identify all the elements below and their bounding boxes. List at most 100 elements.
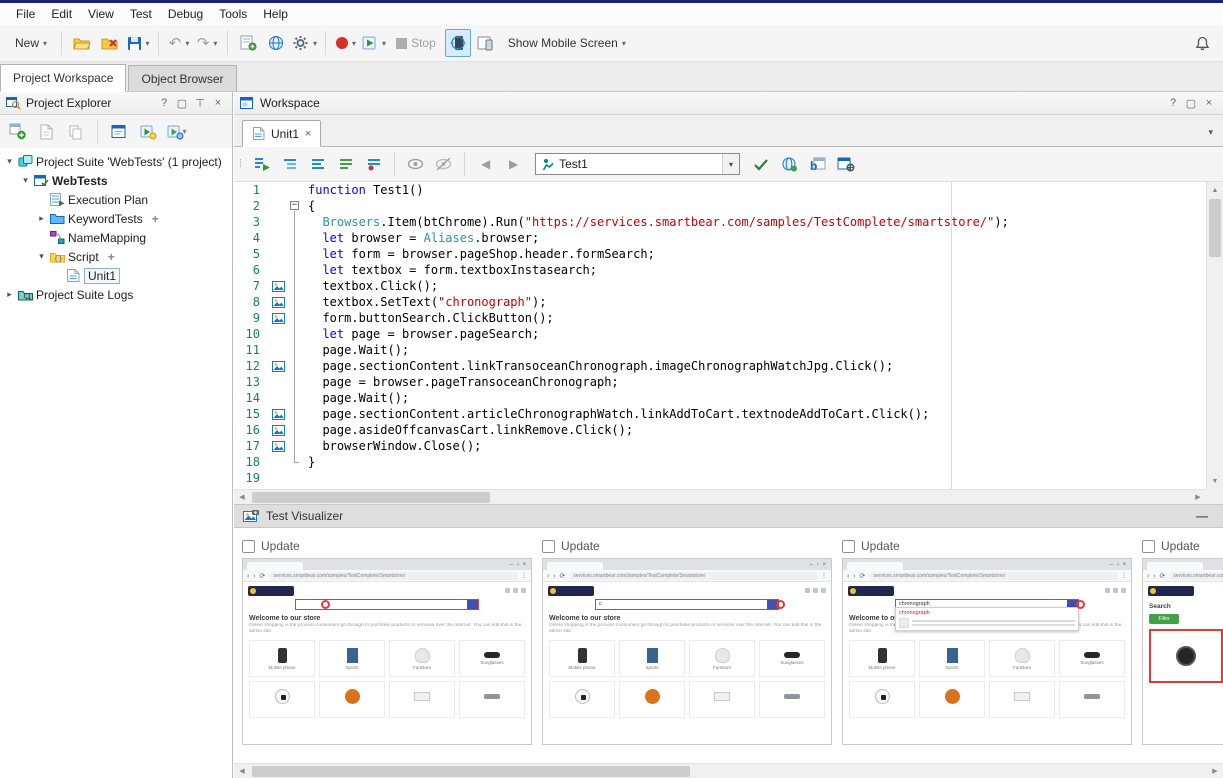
visualizer-thumbnail[interactable]: – ▫ ×‹ › ⟳services.smartbear.com/samples… bbox=[842, 558, 1132, 745]
run-project-button[interactable] bbox=[135, 119, 161, 145]
debug-button[interactable]: b bbox=[805, 152, 830, 177]
menu-item-file[interactable]: File bbox=[8, 5, 43, 23]
visualizer-thumbnail[interactable]: – ▫ ×‹ › ⟳services.smartbear.com/samples… bbox=[542, 558, 832, 745]
object-spy-button[interactable] bbox=[777, 152, 802, 177]
tree-item-unit1[interactable]: Unit1 bbox=[0, 266, 232, 285]
visualizer-minimize-button[interactable]: — bbox=[1190, 509, 1214, 523]
visualizer-marker-icon[interactable] bbox=[268, 425, 288, 436]
format-code-button[interactable] bbox=[333, 152, 358, 177]
visualizer-marker-icon[interactable] bbox=[268, 297, 288, 308]
code-line-3[interactable]: 3 Browsers.Item(btChrome).Run("https://s… bbox=[234, 214, 1206, 230]
tree-item-webtests[interactable]: ▾WebTests bbox=[0, 171, 232, 190]
code-line-1[interactable]: 1function Test1() bbox=[234, 182, 1206, 198]
visualizer-marker-icon[interactable] bbox=[268, 313, 288, 324]
code-line-9[interactable]: 9 form.buttonSearch.ClickButton(); bbox=[234, 310, 1206, 326]
float-button[interactable]: ▢ bbox=[1183, 97, 1199, 110]
tree-item-script[interactable]: ▾{}Script+ bbox=[0, 247, 232, 266]
scroll-left-icon[interactable]: ◀ bbox=[234, 490, 250, 504]
undo-button[interactable]: ↶ ▾ bbox=[166, 29, 192, 57]
tree-item-namemapping[interactable]: NameMapping bbox=[0, 228, 232, 247]
breakpoints-button[interactable] bbox=[361, 152, 386, 177]
pin-button[interactable]: ⊤ bbox=[192, 97, 208, 110]
device-screen-button[interactable] bbox=[473, 29, 499, 57]
test-selector-combo[interactable]: Test1 ▾ bbox=[535, 153, 740, 175]
scroll-left-icon[interactable]: ◀ bbox=[234, 764, 250, 778]
update-checkbox[interactable] bbox=[542, 540, 555, 553]
syntax-check-button[interactable] bbox=[749, 152, 774, 177]
editor-horizontal-scrollbar[interactable]: ◀ ▶ bbox=[234, 489, 1206, 504]
code-line-19[interactable]: 19 bbox=[234, 470, 1206, 486]
tab-list-dropdown-icon[interactable]: ▾ bbox=[1208, 127, 1213, 138]
visualizer-marker-icon[interactable] bbox=[268, 361, 288, 372]
navigate-forward-button[interactable]: ▶ bbox=[501, 152, 526, 177]
bottom-scrollbar[interactable]: ◀ ▶ bbox=[234, 763, 1223, 778]
tree-item-execution-plan[interactable]: Execution Plan bbox=[0, 190, 232, 209]
run-profile-button[interactable]: ▾ bbox=[164, 119, 190, 145]
stop-button[interactable]: Stop bbox=[389, 29, 443, 57]
redo-button[interactable]: ↷ ▾ bbox=[194, 29, 220, 57]
code-area[interactable]: 1function Test1()2−{3 Browsers.Item(btCh… bbox=[234, 182, 1206, 489]
copy-item-button[interactable] bbox=[63, 119, 89, 145]
horizontal-scroll-thumb[interactable] bbox=[252, 766, 690, 777]
close-button[interactable]: × bbox=[210, 97, 226, 110]
help-button[interactable]: ? bbox=[156, 97, 172, 110]
editor-settings-button[interactable] bbox=[833, 152, 858, 177]
code-line-18[interactable]: 18} bbox=[234, 454, 1206, 470]
add-existing-item-button[interactable] bbox=[34, 119, 60, 145]
run-routine-button[interactable] bbox=[249, 152, 274, 177]
open-button[interactable] bbox=[69, 29, 95, 57]
code-line-15[interactable]: 15 page.sectionContent.articleChronograp… bbox=[234, 406, 1206, 422]
run-test-button[interactable]: ▾ bbox=[361, 29, 387, 57]
code-line-13[interactable]: 13 page = browser.pageTransoceanChronogr… bbox=[234, 374, 1206, 390]
visualizer-thumbnail[interactable]: – ▫ ×‹ › ⟳services.smartbear.com/samples… bbox=[1142, 558, 1223, 745]
code-line-8[interactable]: 8 textbox.SetText("chronograph"); bbox=[234, 294, 1206, 310]
visualizer-thumbnail[interactable]: – ▫ ×‹ › ⟳services.smartbear.com/samples… bbox=[242, 558, 532, 745]
outline-button[interactable] bbox=[277, 152, 302, 177]
vertical-scroll-thumb[interactable] bbox=[1209, 199, 1221, 257]
tools-options-button[interactable]: ▾ bbox=[291, 29, 318, 57]
code-line-17[interactable]: 17 browserWindow.Close(); bbox=[234, 438, 1206, 454]
scroll-up-icon[interactable]: ▲ bbox=[1207, 182, 1223, 198]
tree-collapsed-toggle-icon[interactable]: ▸ bbox=[36, 213, 47, 224]
tree-expanded-toggle-icon[interactable]: ▾ bbox=[20, 175, 31, 186]
fold-gutter[interactable]: − bbox=[288, 198, 302, 214]
combo-dropdown-icon[interactable]: ▾ bbox=[722, 154, 739, 174]
new-button[interactable]: New ▾ bbox=[8, 29, 54, 57]
code-line-5[interactable]: 5 let form = browser.pageShop.header.for… bbox=[234, 246, 1206, 262]
menu-item-view[interactable]: View bbox=[80, 5, 122, 23]
add-child-item-button[interactable]: + bbox=[108, 250, 115, 264]
menu-item-edit[interactable]: Edit bbox=[43, 5, 80, 23]
update-checkbox[interactable] bbox=[242, 540, 255, 553]
horizontal-scroll-thumb[interactable] bbox=[252, 492, 490, 503]
help-button[interactable]: ? bbox=[1165, 97, 1181, 110]
tab-close-icon[interactable]: × bbox=[305, 128, 311, 140]
hide-watch-button[interactable] bbox=[431, 152, 456, 177]
tree-expanded-toggle-icon[interactable]: ▾ bbox=[36, 251, 47, 262]
show-mobile-screen-button[interactable]: Show Mobile Screen ▾ bbox=[501, 29, 633, 57]
code-line-6[interactable]: 6 let textbox = form.textboxInstasearch; bbox=[234, 262, 1206, 278]
update-checkbox[interactable] bbox=[1142, 540, 1155, 553]
mobile-screen-toggle[interactable] bbox=[445, 29, 471, 57]
code-line-16[interactable]: 16 page.asideOffcanvasCart.linkRemove.Cl… bbox=[234, 422, 1206, 438]
tree-item-project-suite-logs[interactable]: ▸Project Suite Logs bbox=[0, 285, 232, 304]
code-line-14[interactable]: 14 page.Wait(); bbox=[234, 390, 1206, 406]
menu-item-debug[interactable]: Debug bbox=[160, 5, 211, 23]
editor-vertical-scrollbar[interactable]: ▲ ▼ bbox=[1206, 182, 1223, 489]
tree-expanded-toggle-icon[interactable]: ▾ bbox=[4, 156, 15, 167]
record-test-button[interactable]: ▾ bbox=[333, 29, 359, 57]
code-line-2[interactable]: 2−{ bbox=[234, 198, 1206, 214]
close-file-button[interactable] bbox=[97, 29, 123, 57]
tab-project-workspace[interactable]: Project Workspace bbox=[0, 64, 126, 92]
code-line-7[interactable]: 7 textbox.Click(); bbox=[234, 278, 1206, 294]
close-button[interactable]: × bbox=[1201, 97, 1217, 110]
save-button[interactable]: ▾ bbox=[125, 29, 151, 57]
scroll-right-icon[interactable]: ▶ bbox=[1190, 490, 1206, 504]
menu-item-tools[interactable]: Tools bbox=[211, 5, 255, 23]
scroll-right-icon[interactable]: ▶ bbox=[1207, 764, 1223, 778]
code-line-10[interactable]: 10 let page = browser.pageSearch; bbox=[234, 326, 1206, 342]
add-project-item-button[interactable] bbox=[5, 119, 31, 145]
tree-item-project-suite-webtests-1-project[interactable]: ▾Project Suite 'WebTests' (1 project) bbox=[0, 152, 232, 171]
visualizer-marker-icon[interactable] bbox=[268, 441, 288, 452]
code-line-4[interactable]: 4 let browser = Aliases.browser; bbox=[234, 230, 1206, 246]
add-new-item-button[interactable] bbox=[235, 29, 261, 57]
